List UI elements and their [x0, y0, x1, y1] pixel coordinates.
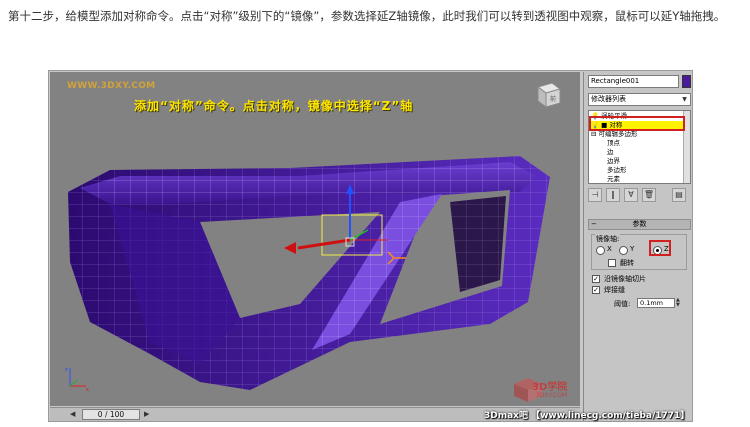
- axis-tripod-icon: z x: [65, 367, 89, 393]
- flip-label: 翻转: [620, 259, 634, 267]
- mirror-axis-label: 镜像轴:: [595, 234, 621, 244]
- annotation-caption: 添加“对称”命令。点击对称，镜像中选择“Z”轴: [134, 99, 414, 113]
- collapse-icon[interactable]: −: [591, 220, 597, 229]
- pin-stack-icon[interactable]: ⊣: [588, 188, 602, 202]
- slice-along-mirror-label: 沿镜像轴切片: [604, 275, 646, 283]
- mirror-axis-group: 镜像轴: X Y Z 翻转: [591, 234, 687, 270]
- threshold-label: 阈值:: [614, 300, 631, 308]
- threshold-spinner-icon[interactable]: ▲ ▼: [676, 298, 682, 308]
- show-end-result-icon[interactable]: ‖: [606, 188, 620, 202]
- stack-item-polygon[interactable]: 多边形: [589, 166, 684, 175]
- configure-sets-icon[interactable]: ▤: [672, 188, 686, 202]
- stack-item-edge[interactable]: 边: [589, 148, 684, 157]
- threshold-input[interactable]: 0.1mm: [637, 298, 675, 308]
- credit-text: 3Dmax吧 【www.linecg.com/tieba/1771】: [484, 411, 690, 421]
- stack-item-label: 元素: [607, 175, 620, 183]
- command-panel: Rectangle001 修改器列表 ▼ 💡 涡轮平滑 💡 ■ 对称 ⊟ 可编辑…: [583, 72, 692, 421]
- timeline-prev-icon[interactable]: ◀: [70, 410, 75, 418]
- stack-item-vertex[interactable]: 顶点: [589, 139, 684, 148]
- stack-item-label: 多边形: [607, 166, 627, 174]
- stack-item-label: 边: [607, 148, 614, 156]
- stack-item-border[interactable]: 边界: [589, 157, 684, 166]
- watermark-text: WWW.3DXY.COM: [67, 81, 156, 91]
- flip-checkbox[interactable]: [608, 259, 616, 267]
- modifier-list-dropdown[interactable]: 修改器列表 ▼: [588, 93, 691, 106]
- object-name-field[interactable]: Rectangle001: [588, 75, 679, 88]
- stack-item-editable-poly[interactable]: ⊟ 可编辑多边形: [589, 130, 684, 139]
- params-rollout-header[interactable]: − 参数: [588, 219, 691, 230]
- annotation-highlight-box: [589, 116, 685, 131]
- weld-seam-checkbox[interactable]: ✓: [592, 286, 600, 294]
- stack-item-label: 可编辑多边形: [598, 130, 638, 138]
- logo-text: 3D学院: [532, 382, 568, 393]
- chevron-down-icon[interactable]: ▼: [680, 95, 689, 104]
- radio-axis-y[interactable]: [619, 246, 628, 255]
- viewcube-label: 前: [550, 95, 556, 103]
- stack-item-label: 边界: [607, 157, 620, 165]
- weld-seam-label: 焊接缝: [604, 286, 625, 294]
- radio-axis-x[interactable]: [596, 246, 605, 255]
- max-screenshot: WWW.3DXY.COM 添加“对称”命令。点击对称，镜像中选择“Z”轴 前 z…: [48, 70, 693, 422]
- remove-modifier-icon[interactable]: 🗑: [642, 188, 656, 202]
- modifier-list-label: 修改器列表: [591, 95, 626, 103]
- slice-along-mirror-checkbox[interactable]: ✓: [592, 275, 600, 283]
- mobius-model: [68, 156, 550, 390]
- svg-text:x: x: [86, 387, 89, 393]
- stack-item-label: 顶点: [607, 139, 620, 147]
- svg-text:z: z: [65, 367, 68, 373]
- rollout-title: 参数: [632, 220, 647, 228]
- stack-item-element[interactable]: 元素: [589, 175, 684, 183]
- intro-paragraph: 第十二步，给模型添加对称命令。点击“对称”级别下的“镜像”，参数选择延Z轴镜像，…: [8, 9, 726, 23]
- radio-axis-y-label: Y: [630, 245, 635, 253]
- logo-subtext: 3DXY.COM: [536, 392, 567, 399]
- object-color-swatch[interactable]: [682, 75, 691, 88]
- make-unique-icon[interactable]: ∀: [624, 188, 638, 202]
- annotation-z-box: [649, 240, 671, 256]
- time-slider[interactable]: 0 / 100: [82, 409, 140, 420]
- timeline-next-icon[interactable]: ▶: [144, 410, 149, 418]
- viewcube-icon[interactable]: 前: [532, 79, 564, 109]
- radio-axis-x-label: X: [607, 245, 612, 253]
- stack-toolbar: ⊣ ‖ ∀ 🗑 ▤: [588, 188, 691, 204]
- perspective-viewport[interactable]: WWW.3DXY.COM 添加“对称”命令。点击对称，镜像中选择“Z”轴 前 z…: [50, 72, 580, 406]
